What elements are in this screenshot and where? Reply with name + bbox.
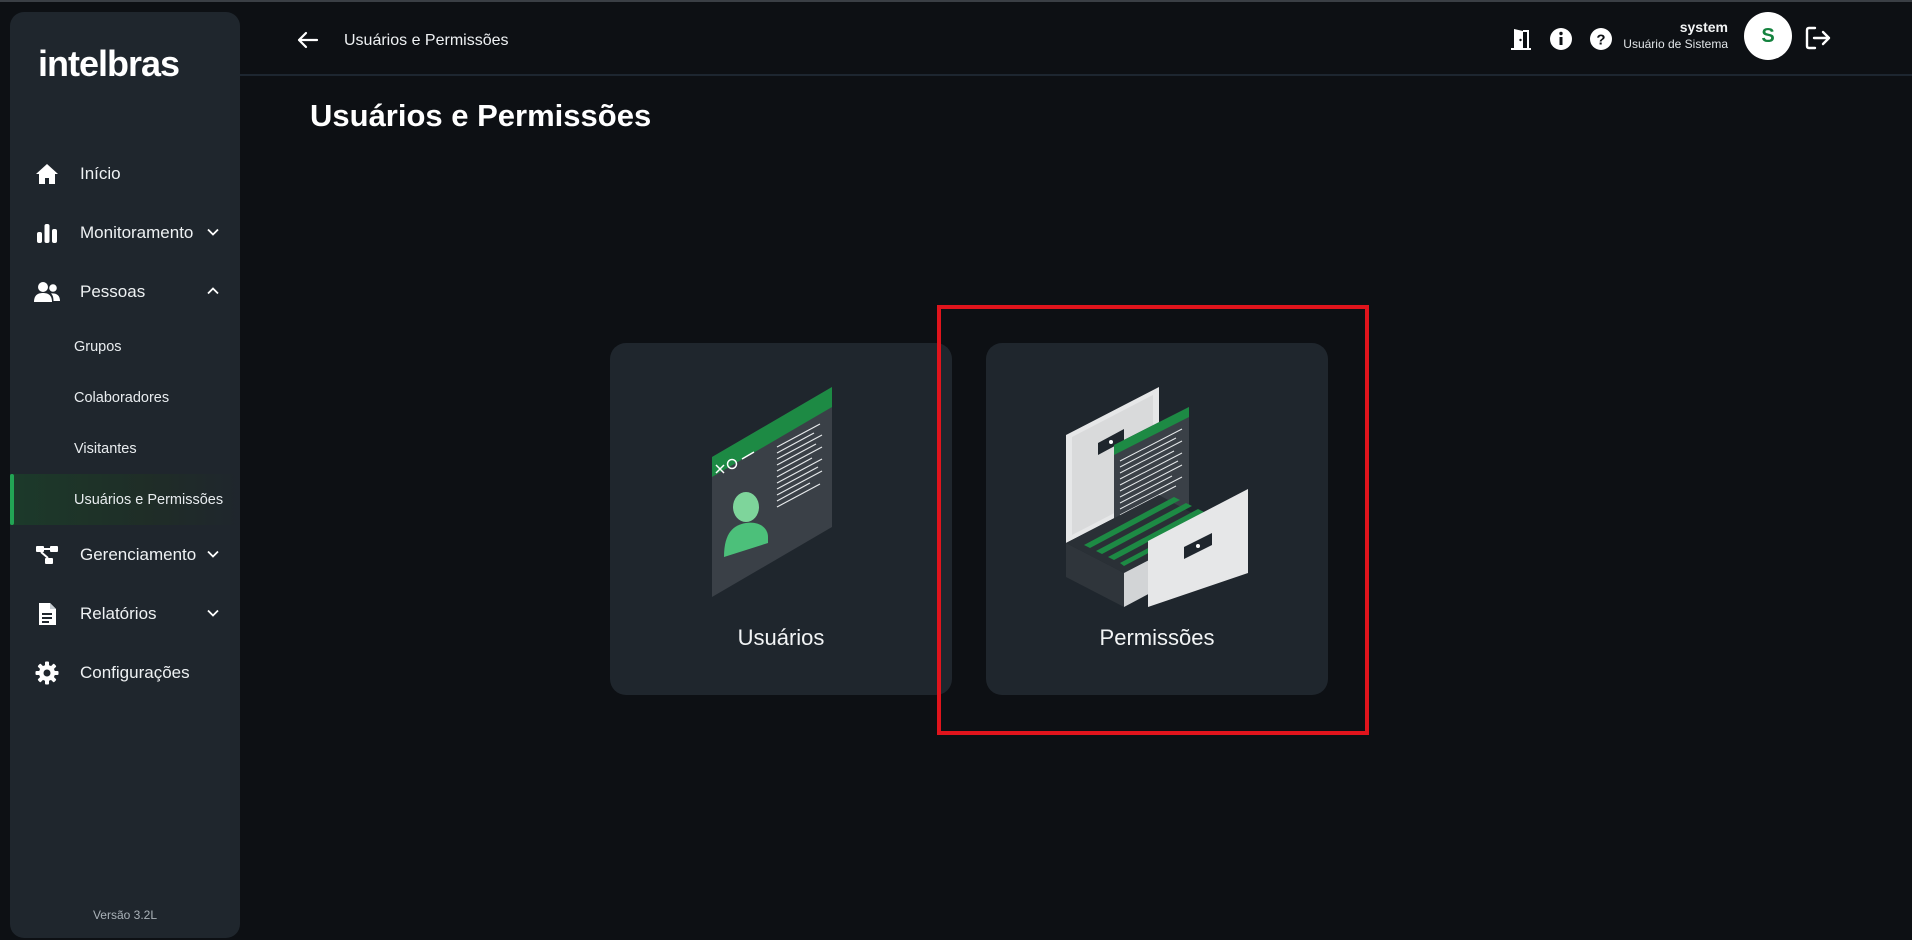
chevron-down-icon[interactable]: [206, 225, 220, 239]
sidebar-subitem-colaboradores[interactable]: Colaboradores: [10, 372, 240, 423]
document-icon: [34, 601, 60, 627]
gear-icon: [34, 660, 60, 686]
highlight-box: [937, 305, 1369, 735]
sidebar-item-label: Início: [80, 163, 121, 183]
breadcrumb: Usuários e Permissões: [344, 32, 509, 49]
top-header: Usuários e Permissões ? system Usuário d…: [240, 0, 1912, 76]
bar-chart-icon: [34, 220, 60, 246]
sidebar-item-label: Configurações: [80, 662, 190, 682]
user-name: system: [1679, 19, 1728, 35]
avatar[interactable]: S: [1744, 12, 1792, 60]
sidebar-subitem-label: Colaboradores: [74, 389, 170, 406]
sidebar-item-label: Relatórios: [80, 603, 157, 623]
sidebar-subitem-grupos[interactable]: Grupos: [10, 321, 240, 372]
sidebar-item-relatorios[interactable]: Relatórios: [10, 584, 240, 643]
sidebar-item-label: Gerenciamento: [80, 544, 197, 564]
card-label: Usuários: [737, 625, 825, 650]
page-title: Usuários e Permissões: [310, 98, 652, 133]
chevron-down-icon[interactable]: [206, 606, 220, 620]
sidebar-item-gerenciamento[interactable]: Gerenciamento: [10, 525, 240, 584]
back-arrow-icon[interactable]: [296, 28, 320, 52]
sidebar: intelbras Início Monitoramento Pessoas G…: [10, 12, 240, 938]
door-icon[interactable]: [1508, 26, 1534, 52]
network-icon: [34, 542, 60, 568]
chevron-down-icon[interactable]: [206, 547, 220, 561]
sidebar-item-label: Monitoramento: [80, 222, 194, 242]
user-role: Usuário de Sistema: [1623, 37, 1728, 51]
sidebar-subitem-label: Usuários e Permissões: [74, 491, 224, 508]
sidebar-subitem-usuarios-permissoes[interactable]: Usuários e Permissões: [10, 474, 240, 525]
sidebar-subitem-label: Visitantes: [74, 440, 137, 457]
user-info: system Usuário de Sistema: [1623, 19, 1728, 51]
sidebar-subitem-label: Grupos: [74, 338, 122, 355]
help-icon[interactable]: ?: [1588, 26, 1614, 52]
svg-text:?: ?: [1596, 32, 1605, 49]
people-icon: [34, 279, 60, 305]
home-icon: [34, 161, 60, 187]
users-illustration-icon: [712, 387, 832, 597]
card-usuarios[interactable]: Usuários: [610, 343, 952, 695]
sidebar-item-configuracoes[interactable]: Configurações: [10, 643, 240, 702]
sidebar-item-pessoas[interactable]: Pessoas: [10, 262, 240, 321]
sidebar-item-monitoramento[interactable]: Monitoramento: [10, 203, 240, 262]
sidebar-item-inicio[interactable]: Início: [10, 144, 240, 203]
version-label: Versão 3.2L: [92, 908, 158, 922]
sidebar-item-label: Pessoas: [80, 281, 146, 301]
logout-icon[interactable]: [1804, 24, 1832, 52]
brand-text: intelbras: [38, 43, 179, 84]
info-icon[interactable]: [1548, 26, 1574, 52]
sidebar-subitem-visitantes[interactable]: Visitantes: [10, 423, 240, 474]
intelbras-logo: intelbras: [38, 36, 208, 86]
sidebar-nav: Início Monitoramento Pessoas Grupos Cola…: [10, 144, 240, 702]
chevron-up-icon[interactable]: [206, 284, 220, 298]
